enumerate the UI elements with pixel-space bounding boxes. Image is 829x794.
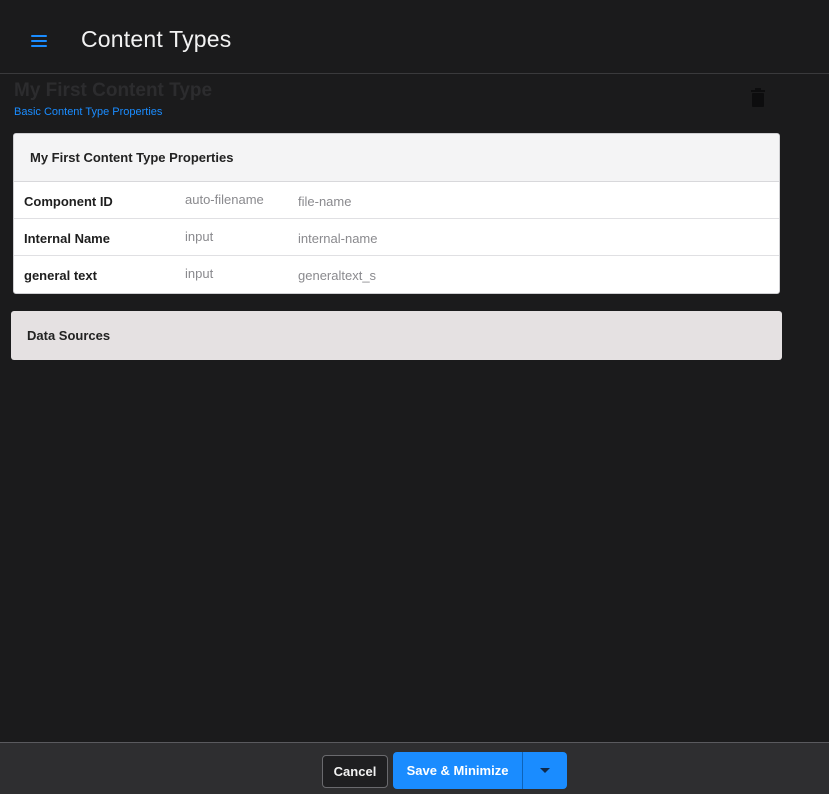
property-id: file-name [298, 194, 352, 209]
property-label: Component ID [24, 194, 113, 209]
save-options-button[interactable] [523, 752, 567, 789]
menu-icon-bar [31, 45, 47, 47]
content-type-subtitle[interactable]: Basic Content Type Properties [14, 106, 162, 118]
table-row[interactable]: Internal Name input internal-name [14, 219, 779, 256]
properties-panel: My First Content Type Properties Compone… [13, 133, 780, 294]
property-type: auto-filename [185, 192, 264, 207]
property-type: input [185, 229, 214, 244]
caret-down-icon [540, 768, 550, 773]
property-id: generaltext_s [298, 268, 377, 283]
page-title: Content Types [81, 26, 232, 52]
table-row[interactable]: Component ID auto-filename file-name [14, 182, 779, 219]
footer-bar: Cancel Save & Minimize [0, 742, 829, 794]
table-row[interactable]: general text input generaltext_s [14, 256, 779, 293]
menu-icon[interactable] [26, 28, 52, 54]
content-type-name: My First Content Type [14, 80, 213, 101]
property-type: input [185, 266, 214, 281]
properties-panel-title[interactable]: My First Content Type Properties [14, 134, 779, 182]
property-id: internal-name [298, 231, 378, 246]
save-minimize-button[interactable]: Save & Minimize [393, 752, 523, 789]
save-button-group: Save & Minimize [393, 752, 567, 789]
app-header: Content Types [0, 0, 829, 74]
property-label: general text [24, 268, 97, 283]
menu-icon-bar [31, 40, 47, 42]
property-label: Internal Name [24, 231, 110, 246]
trash-icon-graphic [751, 88, 765, 107]
cancel-button[interactable]: Cancel [322, 755, 388, 788]
data-sources-panel[interactable]: Data Sources [11, 311, 782, 360]
trash-icon[interactable] [749, 88, 767, 108]
menu-icon-bar [31, 35, 47, 37]
